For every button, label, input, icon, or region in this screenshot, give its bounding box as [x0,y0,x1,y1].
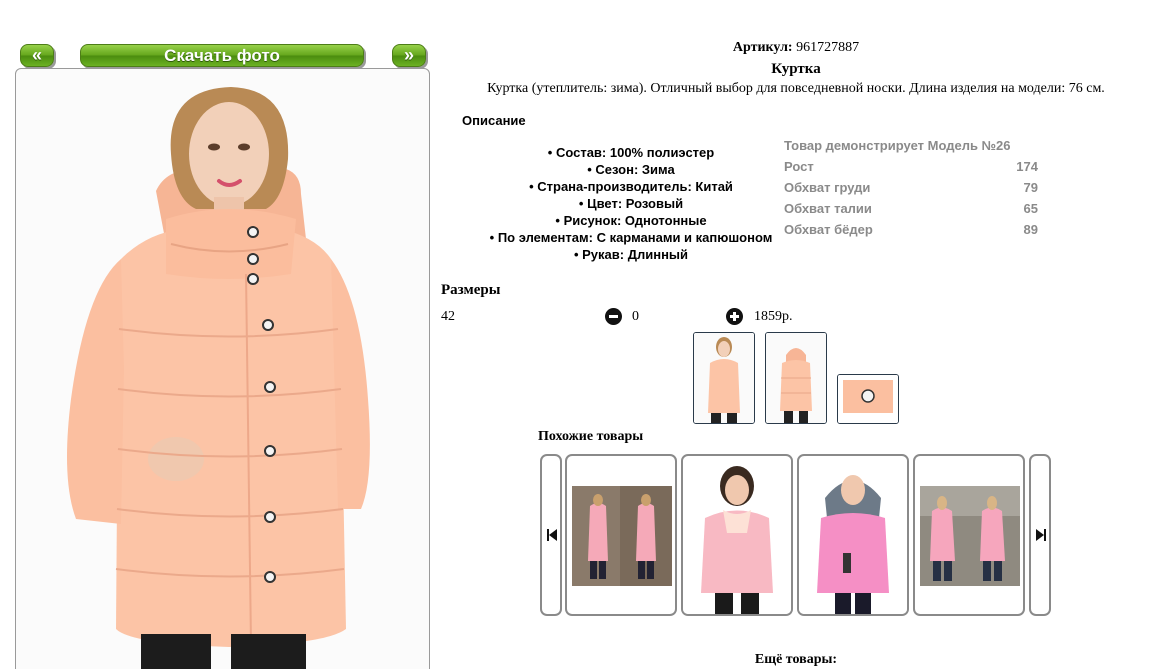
size-row: 42 0 1859р. [441,308,821,328]
download-photo-button[interactable]: Скачать фото [80,44,364,67]
product-title: Куртка [771,61,821,77]
thumbnail-front[interactable] [693,332,755,424]
spec-item: Состав: 100% полиэстер [446,144,816,161]
measure-value: 89 [1023,222,1038,237]
quantity-value: 0 [632,309,639,324]
carousel-next-button[interactable] [1029,454,1051,616]
measure-value: 174 [1016,159,1038,174]
measure-label: Обхват груди [784,180,871,195]
main-product-photo[interactable] [15,68,430,669]
sizes-heading: Размеры [441,282,501,298]
minus-icon[interactable] [605,308,622,325]
similar-item-4[interactable] [913,454,1025,616]
measure-value: 79 [1023,180,1038,195]
next-photo-button[interactable]: » [392,44,426,67]
product-description: Куртка (утеплитель: зима). Отличный выбо… [487,81,1105,96]
model-title: Товар демонстрирует Модель №26 [784,138,1011,153]
prev-photo-button[interactable]: « [20,44,54,67]
plus-icon[interactable] [726,308,743,325]
sku-value: 961727887 [796,40,860,55]
similar-item-1[interactable] [565,454,677,616]
spec-item: По элементам: С карманами и капюшоном [446,229,816,246]
skip-forward-icon [1036,529,1046,541]
measure-label: Рост [784,159,814,174]
similar-item-2[interactable] [681,454,793,616]
similar-heading: Похожие товары [538,429,644,444]
spec-list: Состав: 100% полиэстер Сезон: Зима Стран… [446,144,816,263]
price-value: 1859р. [754,309,793,324]
spec-item: Цвет: Розовый [446,195,816,212]
description-heading: Описание [462,113,526,128]
sku-label: Артикул: [732,40,793,55]
spec-item: Страна-производитель: Китай [446,178,816,195]
measure-value: 65 [1023,201,1038,216]
thumbnail-detail[interactable] [837,374,899,424]
product-sku: Артикул: 961727887 [438,40,1154,56]
spec-item: Рисунок: Однотонные [446,212,816,229]
measure-label: Обхват талии [784,201,872,216]
carousel-prev-button[interactable] [540,454,562,616]
model-measurements: Товар демонстрирует Модель №26 Рост 174 О… [784,137,1038,242]
size-value: 42 [441,309,455,324]
measure-label: Обхват бёдер [784,222,873,237]
skip-back-icon [547,529,557,541]
similar-item-3[interactable] [797,454,909,616]
spec-item: Рукав: Длинный [446,246,816,263]
spec-item: Сезон: Зима [446,161,816,178]
more-products-heading: Ещё товары: [754,652,838,667]
thumbnail-back[interactable] [765,332,827,424]
